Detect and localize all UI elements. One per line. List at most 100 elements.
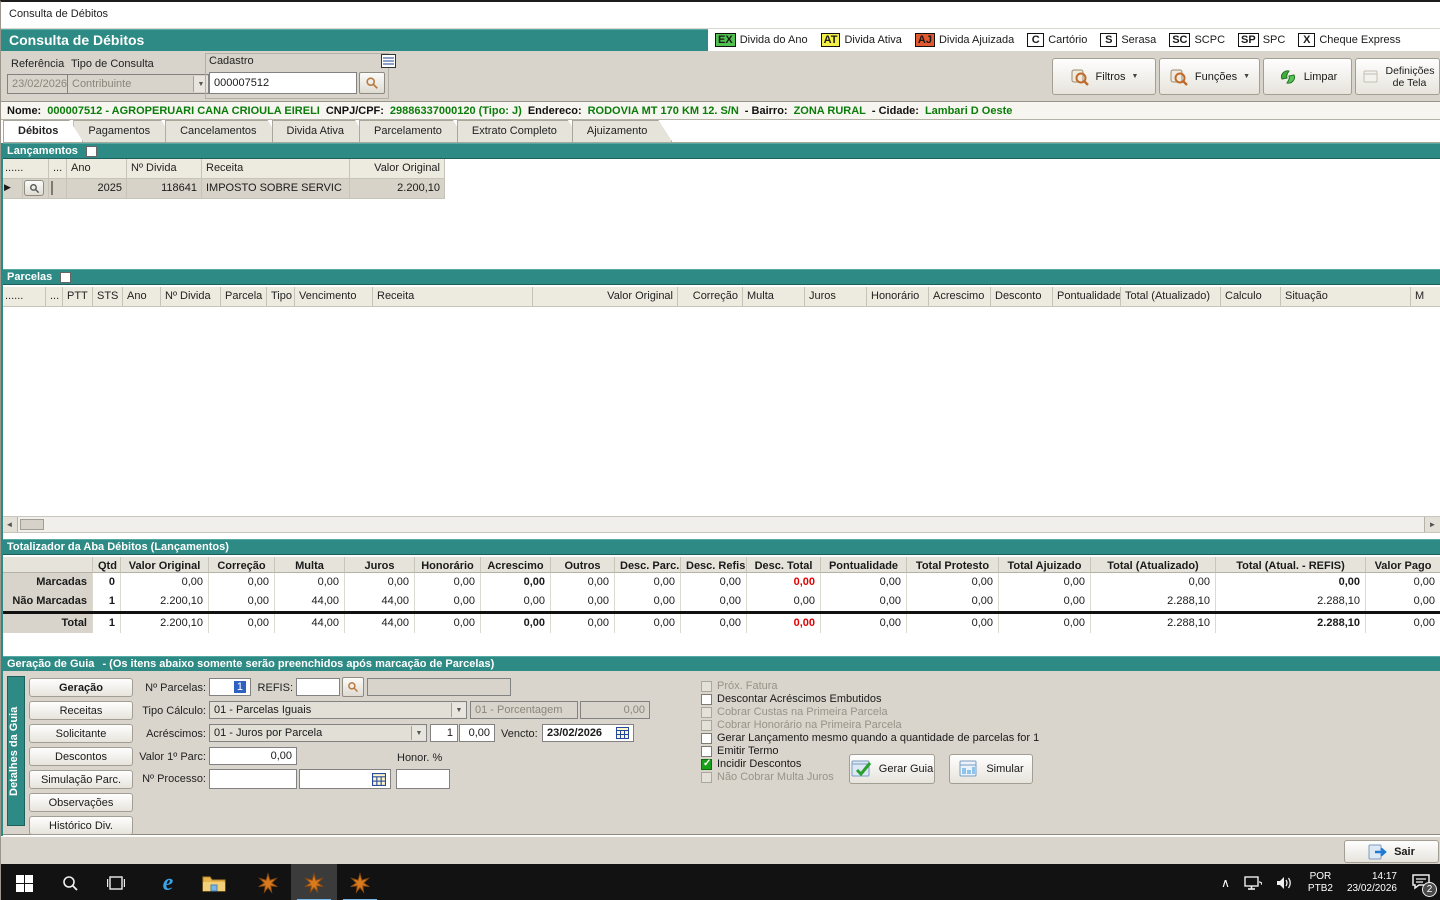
gerar-guia-button[interactable]: Gerar Guia [849,754,935,784]
language-indicator[interactable]: POR PTB2 [1308,871,1333,895]
lancamentos-row[interactable]: ▶ 2025 118641 IMPOSTO SOBRE SERVIC 2.200… [1,179,445,199]
grid-list-icon[interactable] [381,54,396,68]
guia-side-button-geracao[interactable]: Geração [29,678,133,697]
cadastro-input[interactable]: 000007512 [209,72,357,94]
cell: 0,00 [681,573,747,592]
totalizador-title: Totalizador da Aba Débitos (Lançamentos) [7,541,229,553]
checkbox-label: Incidir Descontos [717,758,801,770]
tab-debitos[interactable]: Débitos [3,120,83,142]
tab-extrato-completo[interactable]: Extrato Completo [457,120,582,142]
funcoes-button[interactable]: Funções ▼ [1159,58,1260,95]
tray-chevron-icon[interactable]: ∧ [1221,877,1230,889]
app-icon-3[interactable] [337,864,383,900]
exit-icon [1368,844,1388,860]
notification-center-button[interactable]: 2 [1411,873,1431,893]
processo-data-input[interactable] [299,769,391,789]
row-detail-button[interactable] [24,180,44,196]
checkbox-icon[interactable] [701,733,712,744]
guia-checkbox-cobrar-custas-na-primeira-parcela[interactable]: Cobrar Custas na Primeira Parcela [701,706,888,718]
tipo-consulta-select[interactable]: Contribuinte ▼ [67,74,209,94]
column-header-correcao: Correção [209,557,275,573]
tab-cancelamentos[interactable]: Cancelamentos [165,120,281,142]
tab-divida-ativa[interactable]: Divida Ativa [272,120,369,142]
guia-checkbox-descontar-acrescimos-embutidos[interactable]: Descontar Acréscimos Embutidos [701,693,881,705]
tab-parcelamento[interactable]: Parcelamento [359,120,467,142]
acrescimos-valor-input[interactable]: 0,00 [459,724,495,742]
parcelas-select-all-checkbox[interactable] [60,272,71,283]
guia-checkbox-gerar-lancamento-mesmo-quando-a-quantidade-de-parcelas-for-1[interactable]: Gerar Lançamento mesmo quando a quantida… [701,732,1039,744]
cell: 44,00 [275,592,345,611]
column-header-n-divida: Nº Divida [127,159,202,179]
task-view-button[interactable] [93,864,139,900]
acrescimos-qtd-input[interactable]: 1 [430,724,458,742]
guia-side-button-simulacao-parc[interactable]: Simulação Parc. [29,770,133,789]
guia-side-button-descontos[interactable]: Descontos [29,747,133,766]
guia-side-button-historico-div[interactable]: Histórico Div. [29,816,133,835]
guia-checkbox-incidir-descontos[interactable]: Incidir Descontos [701,758,801,770]
checkbox-icon[interactable] [701,746,712,757]
column-header-parcela: Parcela [221,287,267,307]
checkbox-icon[interactable] [701,694,712,705]
cell: 0,00 [999,573,1091,592]
orange-app-icon [257,872,279,894]
checkbox-icon[interactable] [701,772,712,783]
valor-primeira-parcela-input[interactable]: 0,00 [209,747,297,765]
guia-checkbox-emitir-termo[interactable]: Emitir Termo [701,745,779,757]
legend-label: Divida do Ano [740,34,808,46]
guia-checkbox-prox-fatura[interactable]: Próx. Fatura [701,680,778,692]
chevron-down-icon: ▼ [1243,73,1250,80]
guia-side-button-observacoes[interactable]: Observações [29,793,133,812]
scroll-left-icon[interactable]: ◄ [2,517,18,532]
speaker-icon[interactable] [1276,876,1294,890]
calendar-icon[interactable] [616,727,629,739]
network-icon[interactable] [1244,876,1262,890]
window-frame-edge [1,143,3,836]
guia-checkbox-cobrar-honorario-na-primeira-parcela[interactable]: Cobrar Honorário na Primeira Parcela [701,719,902,731]
clock[interactable]: 14:17 23/02/2026 [1347,871,1397,895]
vencto-input[interactable]: 23/02/2026 [542,724,634,742]
parcelas-section-bar: Parcelas [1,269,1440,285]
guia-side-button-solicitante[interactable]: Solicitante [29,724,133,743]
num-processo-input[interactable] [209,769,297,789]
taskbar-search-button[interactable] [47,864,93,900]
definicoes-tela-button[interactable]: Definições de Tela [1355,58,1440,95]
calendar-icon[interactable] [372,773,386,786]
guia-side-button-receitas[interactable]: Receitas [29,701,133,720]
sair-button[interactable]: Sair [1344,840,1439,863]
checkbox-icon[interactable] [701,720,712,731]
legend-item-cartorio: CCartório [1027,33,1087,47]
honor-percent-input[interactable] [396,769,450,789]
refis-search-button[interactable] [342,677,364,697]
simular-button[interactable]: Simular [949,754,1033,784]
column-header-total-atual-refis: Total (Atual. - REFIS) [1216,557,1366,573]
lancamentos-select-all-checkbox[interactable] [86,146,97,157]
limpar-button[interactable]: Limpar [1263,58,1352,95]
start-button[interactable] [1,864,47,900]
scroll-right-icon[interactable]: ► [1424,517,1440,532]
guia-checkbox-nao-cobrar-multa-juros[interactable]: Não Cobrar Multa Juros [701,771,834,783]
internet-explorer-button[interactable]: e [145,864,191,900]
cadastro-search-button[interactable] [359,72,385,94]
tab-ajuizamento[interactable]: Ajuizamento [572,120,673,142]
row-checkbox[interactable] [51,181,53,195]
tab-pagamentos[interactable]: Pagamentos [73,120,175,142]
filtros-button[interactable]: Filtros ▼ [1052,58,1156,95]
num-parcelas-input[interactable]: 1 [209,678,251,696]
checkbox-icon[interactable] [701,759,712,770]
horizontal-scrollbar[interactable]: ◄ ► [1,516,1440,533]
valor-primeira-parcela-label: Valor 1º Parc: [119,751,206,763]
app-icon-1[interactable] [245,864,291,900]
task-view-icon [107,875,125,891]
cell: 2.288,10 [1091,614,1216,633]
tipo-calculo-select[interactable]: 01 - Parcelas Iguais ▼ [209,701,467,719]
checkbox-icon[interactable] [701,681,712,692]
refis-input[interactable] [296,678,340,696]
acrescimos-select[interactable]: 01 - Juros por Parcela ▼ [209,724,427,742]
app-icon-2-active[interactable] [291,864,337,900]
cell: 0,00 [551,592,615,611]
checkbox-icon[interactable] [701,707,712,718]
scrollbar-thumb[interactable] [20,519,44,530]
file-explorer-button[interactable] [191,864,237,900]
column-header-total-protesto: Total Protesto [907,557,999,573]
column-header-multa: Multa [275,557,345,573]
